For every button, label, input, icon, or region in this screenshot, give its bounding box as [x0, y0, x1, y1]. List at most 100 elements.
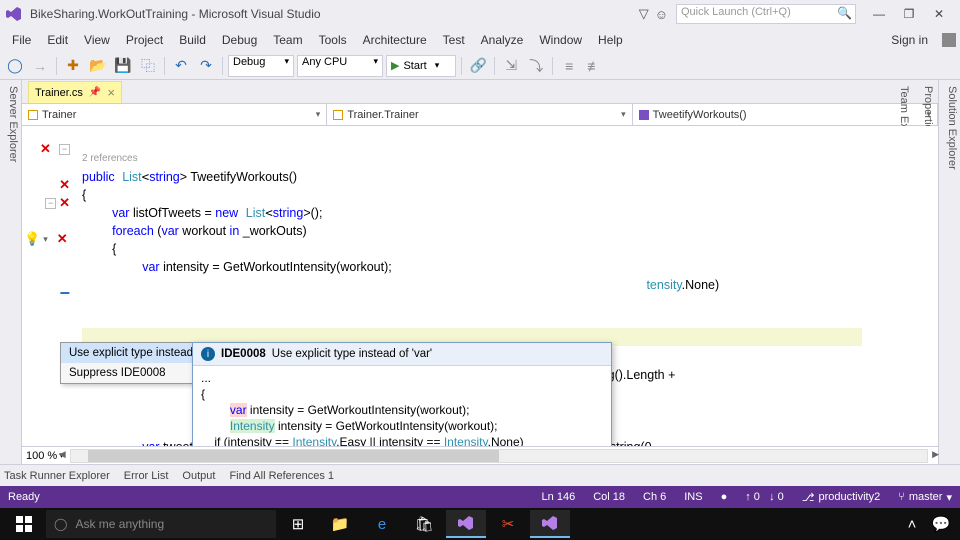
document-tab-trainer[interactable]: Trainer.cs 📌 × — [28, 81, 122, 103]
window-title: BikeSharing.WorkOutTraining - Microsoft … — [30, 7, 321, 21]
taskbar-explorer[interactable]: 📁 — [320, 510, 360, 538]
class-icon — [333, 110, 343, 120]
config-combo[interactable]: Debug▾ — [228, 55, 294, 77]
platform-combo[interactable]: Any CPU▾ — [297, 55, 383, 77]
status-col: Col 18 — [593, 491, 625, 503]
quick-launch-placeholder: Quick Launch (Ctrl+Q) — [681, 6, 791, 18]
menu-project[interactable]: Project — [118, 30, 171, 50]
nav-back-button[interactable]: ◯ — [4, 55, 26, 77]
nav-forward-button[interactable]: → — [29, 55, 51, 77]
action-center-icon[interactable]: 💬 — [926, 510, 956, 538]
system-tray: ˄ 💬 — [900, 510, 956, 538]
menu-test[interactable]: Test — [435, 30, 473, 50]
lightbulb-icon[interactable]: 💡 — [24, 231, 40, 247]
play-icon: ▶ — [391, 59, 399, 72]
error-icon: ✕ — [59, 195, 70, 211]
tab-find-references[interactable]: Find All References 1 — [229, 470, 334, 482]
start-button[interactable]: ▶Start▾ — [386, 55, 456, 77]
sign-in-link[interactable]: Sign in — [881, 30, 938, 50]
status-dot-icon[interactable]: ● — [721, 491, 728, 503]
status-bar: Ready Ln 146 Col 18 Ch 6 INS ● ↑ 0 ↓ 0 ⎇… — [0, 486, 960, 508]
status-ch: Ch 6 — [643, 491, 666, 503]
taskbar-edge[interactable]: e — [362, 510, 402, 538]
close-button[interactable]: ✕ — [924, 4, 954, 24]
menu-build[interactable]: Build — [171, 30, 214, 50]
nav-bar: Trainer▾ Trainer.Trainer▾ TweetifyWorkou… — [22, 104, 938, 126]
notifications-icon[interactable]: ▽ — [639, 6, 649, 22]
zoom-level[interactable]: 100 % — [26, 450, 57, 462]
document-tabs: Trainer.cs 📌 × — [22, 80, 938, 104]
menu-architecture[interactable]: Architecture — [355, 30, 435, 50]
status-branch[interactable]: ⑂ master ▾ — [898, 491, 952, 504]
windows-taskbar: ◯Ask me anything ⊞ 📁 e 🛍 ✂ ˄ 💬 — [0, 508, 960, 540]
search-icon: 🔍 — [837, 6, 852, 20]
rule-id: IDE0008 — [221, 348, 266, 360]
error-icon: ✕ — [59, 177, 70, 193]
bottom-toolwindow-tabs: Task Runner Explorer Error List Output F… — [0, 464, 960, 486]
menu-file[interactable]: File — [4, 30, 39, 50]
rule-description: Use explicit type instead of 'var' — [272, 348, 432, 360]
open-file-button[interactable]: 📂 — [87, 55, 109, 77]
save-button[interactable]: 💾 — [112, 55, 134, 77]
menu-bar: File Edit View Project Build Debug Team … — [0, 28, 960, 52]
status-publish-icon[interactable]: ↑ 0 ↓ 0 — [745, 491, 784, 503]
restore-button[interactable]: ❐ — [894, 4, 924, 24]
quickfix-preview: i IDE0008 Use explicit type instead of '… — [192, 342, 612, 446]
tab-server-explorer[interactable]: Server Explorer — [7, 86, 19, 458]
error-icon: ✕ — [57, 231, 68, 247]
horizontal-scrollbar[interactable]: ◀▶ — [70, 449, 928, 463]
taskbar-store[interactable]: 🛍 — [404, 510, 444, 538]
menu-view[interactable]: View — [76, 30, 118, 50]
csharp-project-icon — [28, 110, 38, 120]
taskbar-visual-studio[interactable] — [446, 510, 486, 538]
redo-button[interactable]: ↷ — [195, 55, 217, 77]
uncomment-button[interactable]: ≢ — [583, 55, 605, 77]
cortana-icon: ◯ — [54, 517, 67, 531]
menu-window[interactable]: Window — [531, 30, 590, 50]
left-toolwindow-tabs: Server Explorer Toolbox Test Explorer — [0, 80, 22, 464]
nav-project[interactable]: Trainer▾ — [22, 104, 327, 125]
task-view-button[interactable]: ⊞ — [278, 510, 318, 538]
tab-task-runner[interactable]: Task Runner Explorer — [4, 470, 110, 482]
editor-footer: 100 %▾ ◀▶ — [22, 446, 938, 464]
tab-output[interactable]: Output — [182, 470, 215, 482]
feedback-area: ▽ ☺ — [639, 6, 668, 22]
status-ins: INS — [684, 491, 702, 503]
fold-icon[interactable]: − — [45, 198, 56, 209]
tab-solution-explorer[interactable]: Solution Explorer — [946, 86, 958, 458]
menu-analyze[interactable]: Analyze — [473, 30, 532, 50]
browser-link-button[interactable]: 🔗 — [467, 55, 489, 77]
pin-icon[interactable]: 📌 — [89, 87, 101, 98]
tab-error-list[interactable]: Error List — [124, 470, 169, 482]
undo-button[interactable]: ↶ — [170, 55, 192, 77]
start-menu-button[interactable] — [4, 510, 44, 538]
info-icon: i — [201, 347, 215, 361]
avatar-icon[interactable] — [942, 33, 956, 47]
code-editor[interactable]: − ✕ ✕ −✕ 💡▾✕ − ✕ ✕ ✓ 2 references public… — [22, 126, 938, 446]
taskbar-snip[interactable]: ✂ — [488, 510, 528, 538]
step-into-button[interactable]: ⇲ — [500, 55, 522, 77]
taskbar-visual-studio-2[interactable] — [530, 510, 570, 538]
change-marker-icon: − — [59, 283, 70, 304]
feedback-icon[interactable]: ☺ — [655, 7, 668, 22]
menu-edit[interactable]: Edit — [39, 30, 76, 50]
cortana-search[interactable]: ◯Ask me anything — [46, 510, 276, 538]
nav-member[interactable]: TweetifyWorkouts()▾ — [633, 104, 938, 125]
step-over-button[interactable]: ⤵ — [525, 55, 547, 77]
status-repo[interactable]: ⎇ productivity2 — [802, 491, 880, 504]
preview-diff: ... { var intensity = GetWorkoutIntensit… — [193, 366, 611, 446]
new-project-button[interactable]: ✚ — [62, 55, 84, 77]
menu-tools[interactable]: Tools — [311, 30, 355, 50]
error-icon: ✕ — [40, 141, 51, 157]
tray-chevron-icon[interactable]: ˄ — [900, 510, 924, 538]
status-line: Ln 146 — [542, 491, 576, 503]
menu-debug[interactable]: Debug — [214, 30, 265, 50]
menu-help[interactable]: Help — [590, 30, 631, 50]
close-tab-icon[interactable]: × — [107, 85, 115, 100]
nav-type[interactable]: Trainer.Trainer▾ — [327, 104, 632, 125]
menu-team[interactable]: Team — [265, 30, 310, 50]
quick-launch-input[interactable]: Quick Launch (Ctrl+Q) 🔍 — [676, 4, 856, 24]
comment-button[interactable]: ≡ — [558, 55, 580, 77]
minimize-button[interactable]: — — [864, 4, 894, 24]
save-all-button[interactable]: ⿻ — [137, 55, 159, 77]
